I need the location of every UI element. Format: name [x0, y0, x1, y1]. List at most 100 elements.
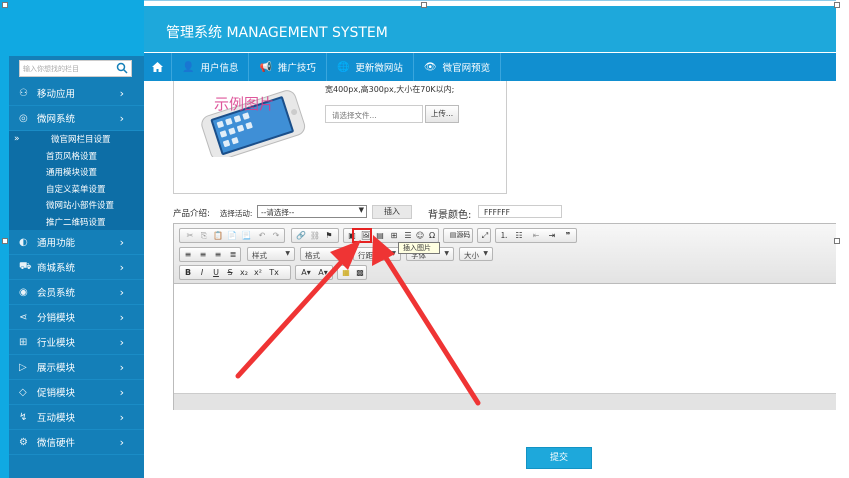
submenu: » 微官网栏目设置 首页风格设置 通用模块设置 自定义菜单设置 微网站小部件设置 …: [9, 131, 144, 230]
nav-promo-tips[interactable]: 📢 推广技巧: [249, 53, 327, 81]
align-right-icon[interactable]: ≡: [212, 248, 224, 261]
submenu-item-common-module[interactable]: 通用模块设置: [9, 164, 144, 181]
search-input[interactable]: 输入你想找的栏目: [19, 60, 132, 77]
vip-icon: ◉: [19, 286, 28, 298]
sidebar-item-distribution[interactable]: ⋖ 分销模块 ›: [9, 305, 144, 330]
logo-area: [9, 0, 144, 56]
maximize-icon[interactable]: ⤢: [479, 229, 491, 242]
subscript-icon[interactable]: x₂: [238, 266, 250, 279]
style-combo[interactable]: 样式 ▼: [247, 247, 295, 261]
search-placeholder: 输入你想找的栏目: [23, 65, 79, 73]
bold-icon[interactable]: B: [182, 266, 194, 279]
grid-icon: ⊞: [19, 336, 28, 348]
nav-user-info[interactable]: 👤 用户信息: [172, 53, 250, 81]
resize-handle[interactable]: [834, 238, 840, 244]
source-button[interactable]: ▤源码: [446, 229, 474, 242]
smiley-icon[interactable]: ☺: [414, 229, 426, 242]
sidebar-item-members[interactable]: ◉ 会员系统 ›: [9, 280, 144, 305]
submenu-item-column-settings[interactable]: » 微官网栏目设置: [9, 131, 144, 148]
redo-icon[interactable]: ↷: [270, 229, 282, 242]
sidebar-item-interaction[interactable]: ↯ 互动模块 ›: [9, 405, 144, 430]
sidebar-item-display[interactable]: ▷ 展示模块 ›: [9, 355, 144, 380]
copy-icon[interactable]: ⎘: [198, 229, 210, 242]
resize-handle[interactable]: [2, 238, 8, 244]
upload-button[interactable]: 上传...: [425, 105, 459, 123]
sidebar-item-label: 分销模块: [37, 313, 76, 324]
sidebar-menu: ⚇ 移动应用 › ◎ 微网系统 › » 微官网栏目设置 首页风格设置 通用模块设置 自定义…: [9, 81, 144, 455]
header: 管理系统 MANAGEMENT SYSTEM: [144, 6, 836, 52]
preview-icon[interactable]: ▩: [354, 266, 366, 279]
sidebar-item-common-functions[interactable]: ◐ 通用功能 ›: [9, 230, 144, 255]
hr-icon[interactable]: ☰: [402, 229, 414, 242]
chevron-right-icon: ›: [119, 286, 124, 299]
file-input[interactable]: 请选择文件...: [325, 105, 423, 123]
insert-button[interactable]: 插入: [372, 205, 412, 219]
text-color-icon[interactable]: A▾: [298, 266, 314, 279]
indent-icon[interactable]: ⇥: [546, 229, 558, 242]
submenu-item-qrcode[interactable]: 推广二维码设置: [9, 214, 144, 231]
apps-icon: ⚇: [19, 87, 28, 99]
sidebar-item-label: 展示模块: [37, 363, 76, 374]
template-icon[interactable]: ▦: [340, 266, 352, 279]
sidebar-item-label: 微信硬件: [37, 438, 76, 449]
resize-handle[interactable]: [421, 2, 427, 8]
align-justify-icon[interactable]: ≣: [227, 248, 239, 261]
submenu-label: 首页风格设置: [46, 151, 98, 162]
select-value: --请选择--: [261, 208, 295, 217]
strikethrough-icon[interactable]: S: [224, 266, 236, 279]
submenu-item-home-style[interactable]: 首页风格设置: [9, 148, 144, 165]
special-char-icon[interactable]: Ω: [426, 229, 438, 242]
line-height-combo[interactable]: 行距 ▼: [353, 247, 401, 261]
outdent-icon[interactable]: ⇤: [530, 229, 542, 242]
cut-icon[interactable]: ✂: [184, 229, 196, 242]
superscript-icon[interactable]: x²: [252, 266, 264, 279]
blockquote-icon[interactable]: ❞: [562, 229, 574, 242]
undo-icon[interactable]: ↶: [256, 229, 268, 242]
unlink-icon[interactable]: ⛓: [309, 229, 321, 242]
bullet-list-icon[interactable]: ☷: [513, 229, 525, 242]
resize-handle[interactable]: [2, 2, 8, 8]
submenu-item-custom-menu[interactable]: 自定义菜单设置: [9, 181, 144, 198]
submenu-item-widgets[interactable]: 微网站小部件设置: [9, 197, 144, 214]
sidebar-item-industry[interactable]: ⊞ 行业模块 ›: [9, 330, 144, 355]
editor-statusbar: [174, 394, 837, 410]
underline-icon[interactable]: U: [210, 266, 222, 279]
numbered-list-icon[interactable]: ⒈: [498, 229, 510, 242]
resize-handle[interactable]: [834, 2, 840, 8]
home-button[interactable]: [144, 53, 172, 81]
activity-select[interactable]: --请选择-- ▼: [257, 205, 367, 218]
bg-color-icon[interactable]: A▾: [315, 266, 331, 279]
nav-label: 用户信息: [200, 63, 239, 74]
search-icon[interactable]: [116, 62, 128, 74]
sidebar-item-mall[interactable]: ⛟ 商城系统 ›: [9, 255, 144, 280]
bg-color-input[interactable]: FFFFFF: [478, 205, 562, 218]
link-icon[interactable]: 🔗: [295, 229, 307, 242]
format-combo[interactable]: 格式 ▼: [300, 247, 348, 261]
italic-icon[interactable]: I: [196, 266, 208, 279]
align-center-icon[interactable]: ≡: [197, 248, 209, 261]
paste-icon[interactable]: 📋: [212, 229, 224, 242]
sidebar-item-mobile-apps[interactable]: ⚇ 移动应用 ›: [9, 81, 144, 106]
top-nav: 👤 用户信息 📢 推广技巧 🌐 更新微网站 👁 微官网预览: [144, 53, 836, 81]
paste-word-icon[interactable]: 📃: [240, 229, 252, 242]
flash-icon[interactable]: ▤: [374, 229, 386, 242]
editor-content-area[interactable]: [174, 284, 837, 394]
sidebar-item-promotion[interactable]: ◇ 促销模块 ›: [9, 380, 144, 405]
align-left-icon[interactable]: ≡: [182, 248, 194, 261]
sidebar-item-micro-site[interactable]: ◎ 微网系统 ›: [9, 106, 144, 131]
anchor-icon[interactable]: ⚑: [323, 229, 335, 242]
dropdown-arrow-icon: ▼: [444, 250, 449, 257]
combo-label: 行距: [358, 251, 373, 260]
sidebar-item-hardware[interactable]: ⚙ 微信硬件 ›: [9, 430, 144, 455]
table-icon[interactable]: ⊞: [388, 229, 400, 242]
double-chevron-icon: »: [14, 134, 20, 145]
size-combo[interactable]: 大小 ▼: [459, 247, 493, 261]
combo-label: 大小: [464, 251, 479, 260]
source-group[interactable]: ▤源码: [443, 228, 473, 243]
nav-update-site[interactable]: 🌐 更新微网站: [327, 53, 414, 81]
remove-format-icon[interactable]: Tx: [268, 266, 280, 279]
nav-preview[interactable]: 👁 微官网预览: [414, 53, 502, 81]
image-upload-box: 示例图片 宽400px,高300px,大小在70K以内; 请选择文件... 上传…: [173, 81, 507, 194]
paste-text-icon[interactable]: 📄: [226, 229, 238, 242]
submit-button[interactable]: 提交: [526, 447, 592, 469]
